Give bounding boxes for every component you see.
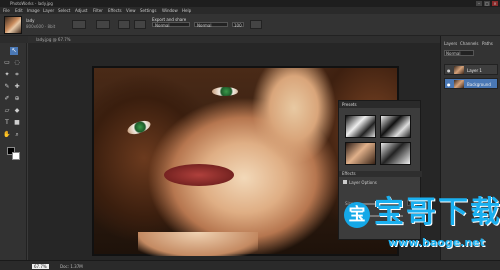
- watermark-logo-icon: 宝: [344, 202, 370, 228]
- portrait-eye-left: [125, 118, 153, 137]
- layer-thumbnail: [454, 80, 464, 88]
- marquee-tool-icon[interactable]: ▭: [3, 59, 11, 67]
- maximize-button[interactable]: □: [484, 1, 490, 6]
- layer-row[interactable]: ● Layer 1: [444, 64, 498, 75]
- layer-thumbnail: [454, 66, 464, 74]
- layer-row[interactable]: ● Background: [444, 78, 498, 89]
- text-tool-icon[interactable]: T: [3, 119, 11, 127]
- app-window: PhotoWorks - lady.jpg – □ × File Edit Im…: [0, 0, 500, 270]
- tool-button-3[interactable]: [118, 20, 130, 29]
- tab-layers[interactable]: Layers: [443, 41, 458, 47]
- heal-tool-icon[interactable]: ✚: [13, 83, 21, 91]
- visibility-eye-icon[interactable]: ●: [447, 82, 451, 87]
- tab-paths[interactable]: Paths: [481, 41, 494, 47]
- blend-mode-select[interactable]: Normal: [444, 50, 474, 56]
- background-color-swatch[interactable]: [12, 152, 20, 160]
- menu-window[interactable]: Window: [162, 8, 178, 13]
- crop-tool-icon[interactable]: ⌗: [13, 71, 21, 79]
- preset-thumb-2[interactable]: [380, 115, 411, 138]
- layer-options-checkbox[interactable]: [343, 180, 347, 184]
- layer-options-label: Layer Options: [349, 180, 377, 185]
- menu-file[interactable]: File: [3, 8, 10, 13]
- portrait-lips: [164, 164, 234, 186]
- window-title: PhotoWorks - lady.jpg: [10, 1, 53, 6]
- mode-select-1-value: Normal: [155, 23, 170, 28]
- menu-select[interactable]: Select: [58, 8, 70, 13]
- watermark-url: www.baoge.net: [388, 236, 485, 249]
- preset-thumbnails: [345, 115, 411, 165]
- tool-button-1[interactable]: [72, 20, 86, 29]
- menu-edit[interactable]: Edit: [15, 8, 23, 13]
- mode-select-1[interactable]: Normal: [152, 22, 190, 28]
- menu-filter[interactable]: Filter: [93, 8, 103, 13]
- clone-tool-icon[interactable]: ⊕: [13, 95, 21, 103]
- mode-select-2[interactable]: Normal: [194, 22, 228, 28]
- tab-channels[interactable]: Channels: [459, 41, 480, 47]
- eyedropper-tool-icon[interactable]: ✎: [3, 83, 11, 91]
- eraser-tool-icon[interactable]: ▱: [3, 107, 11, 115]
- presets-panel-title: Presets: [339, 101, 420, 108]
- brush-tool-icon[interactable]: ✐: [3, 95, 11, 103]
- layer-name: Background: [467, 82, 491, 87]
- portrait-eye-right: [212, 87, 238, 96]
- visibility-eye-icon[interactable]: ●: [447, 68, 451, 73]
- image-name: lady: [26, 18, 35, 23]
- menu-layer[interactable]: Layer: [43, 8, 54, 13]
- tool-button-5[interactable]: [250, 20, 262, 29]
- preset-thumb-4[interactable]: [380, 142, 411, 165]
- image-size: 800x600 · 8bit: [26, 24, 56, 29]
- layer-name: Layer 1: [467, 68, 482, 73]
- fill-tool-icon[interactable]: ◆: [13, 107, 21, 115]
- value-field[interactable]: 100: [232, 22, 244, 28]
- hand-tool-icon[interactable]: ✋: [3, 131, 11, 139]
- watermark: 宝 宝哥下载 www.baoge.net: [344, 196, 500, 260]
- effects-section-header[interactable]: Effects: [339, 171, 422, 177]
- menu-help[interactable]: Help: [182, 8, 191, 13]
- zoom-field[interactable]: 67.7%: [32, 264, 49, 269]
- toolbox: ↖ ▭ ◌ ✦ ⌗ ✎ ✚ ✐ ⊕ ▱ ◆ T ■ ✋ ⌕: [0, 43, 27, 260]
- title-bar: PhotoWorks - lady.jpg – □ ×: [0, 0, 500, 7]
- value-field-text: 100: [234, 23, 242, 28]
- portrait-hand: [138, 232, 258, 256]
- document-tab[interactable]: lady.jpg @ 67.7%: [28, 36, 440, 43]
- options-bar: lady 800x600 · 8bit Export and share Nor…: [0, 14, 500, 36]
- mode-select-2-value: Normal: [197, 23, 212, 28]
- image-thumbnail: [4, 16, 22, 34]
- minimize-button[interactable]: –: [476, 1, 482, 6]
- menu-view[interactable]: View: [126, 8, 136, 13]
- document-tab-label: lady.jpg @ 67.7%: [36, 37, 71, 42]
- move-tool-icon[interactable]: ↖: [10, 47, 18, 55]
- menu-effects[interactable]: Effects: [108, 8, 122, 13]
- menu-image[interactable]: Image: [27, 8, 40, 13]
- close-button[interactable]: ×: [492, 1, 498, 6]
- lasso-tool-icon[interactable]: ◌: [13, 59, 21, 67]
- shape-tool-icon[interactable]: ■: [13, 119, 21, 127]
- zoom-tool-icon[interactable]: ⌕: [13, 131, 21, 139]
- document-info: Doc: 1.37M: [60, 264, 83, 269]
- menu-settings[interactable]: Settings: [140, 8, 156, 13]
- watermark-text: 宝哥下载: [374, 195, 500, 230]
- preset-thumb-1[interactable]: [345, 115, 376, 138]
- tool-button-2[interactable]: [96, 20, 110, 29]
- menu-bar: File Edit Image Layer Select Adjust Filt…: [0, 7, 500, 14]
- status-bar: 67.7% Doc: 1.37M: [0, 260, 500, 270]
- wand-tool-icon[interactable]: ✦: [3, 71, 11, 79]
- tool-button-4[interactable]: [134, 20, 146, 29]
- preset-thumb-3[interactable]: [345, 142, 376, 165]
- menu-adjust[interactable]: Adjust: [75, 8, 88, 13]
